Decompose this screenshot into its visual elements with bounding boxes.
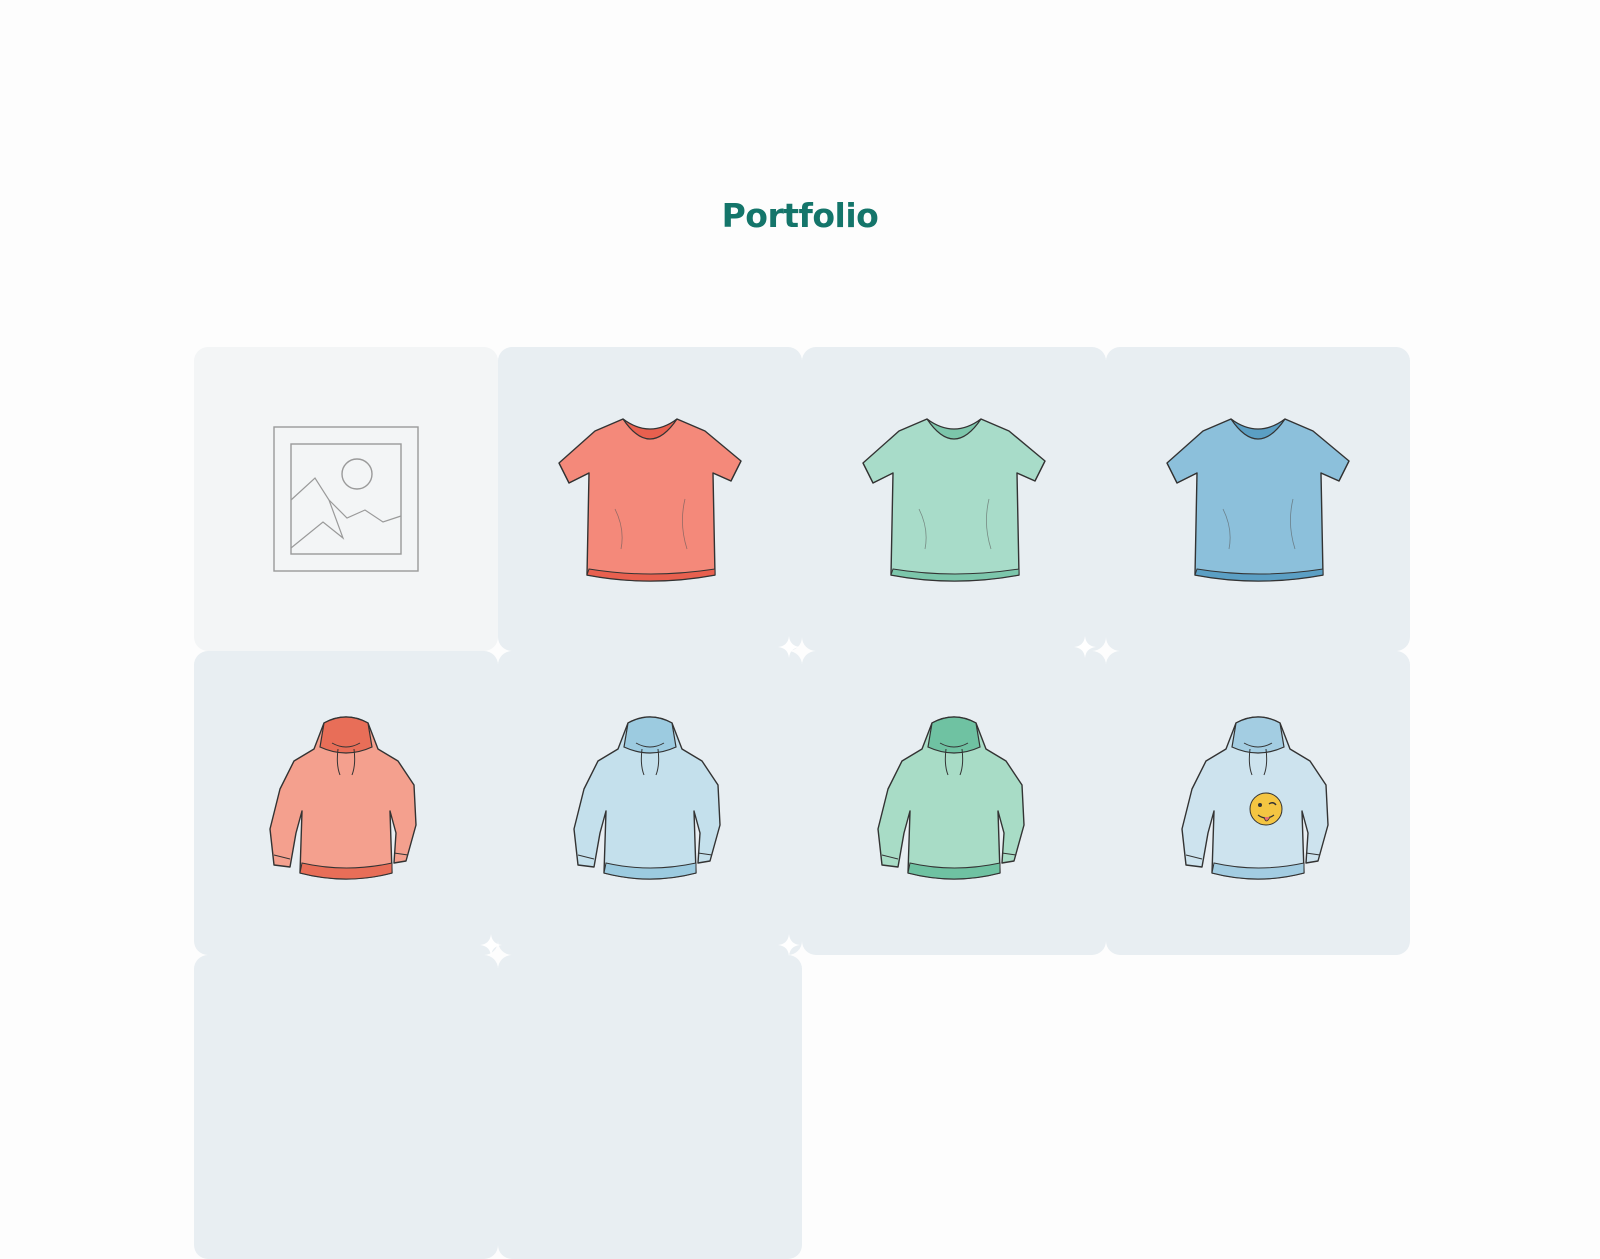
mint-hoodie-icon — [874, 713, 1034, 893]
mint-tshirt-icon — [859, 409, 1049, 589]
coral-tshirt-icon — [555, 409, 745, 589]
page-title: Portfolio — [721, 196, 879, 235]
blue-tshirt-icon — [1163, 409, 1353, 589]
image-placeholder-icon — [273, 426, 419, 572]
portfolio-tile[interactable] — [194, 651, 498, 955]
portfolio-tile[interactable] — [802, 347, 1106, 651]
light-blue-hoodie-icon — [570, 713, 730, 893]
portfolio-tile[interactable] — [194, 347, 498, 651]
portfolio-tile-loading[interactable] — [498, 955, 802, 1259]
emoji-hoodie-icon — [1178, 713, 1338, 893]
portfolio-tile[interactable] — [1106, 651, 1410, 955]
portfolio-grid — [194, 347, 1412, 1259]
coral-hoodie-icon — [266, 713, 426, 893]
portfolio-tile[interactable] — [802, 651, 1106, 955]
portfolio-tile[interactable] — [1106, 347, 1410, 651]
portfolio-tile-loading[interactable] — [194, 955, 498, 1259]
portfolio-tile[interactable] — [498, 347, 802, 651]
portfolio-tile[interactable] — [498, 651, 802, 955]
